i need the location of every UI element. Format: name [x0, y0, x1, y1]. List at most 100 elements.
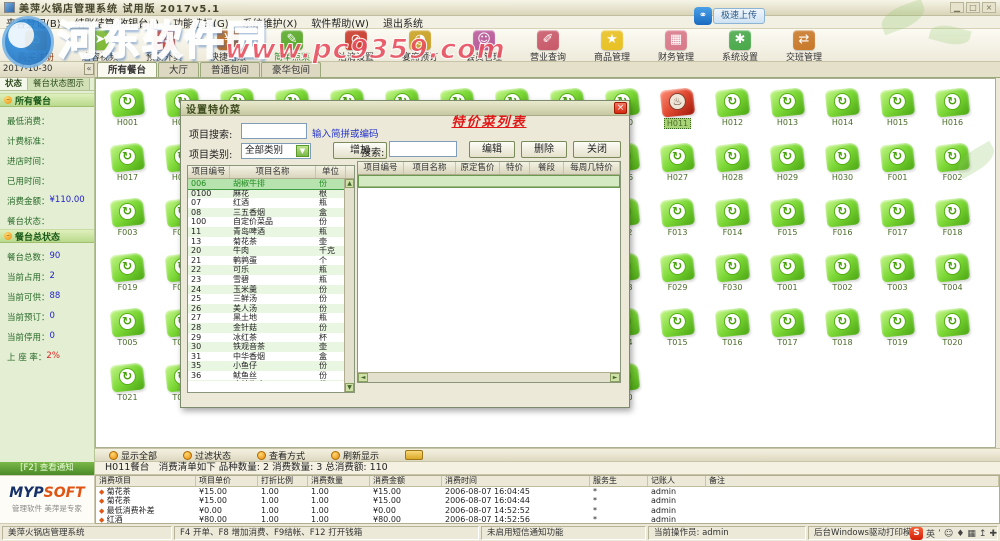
column-header[interactable]: 项目名称	[404, 162, 456, 174]
table-T020[interactable]: ↻T020	[925, 305, 980, 360]
item-search-input[interactable]	[241, 123, 307, 139]
table-H012[interactable]: ↻H012	[705, 85, 760, 140]
table-H011[interactable]: ♨H011	[650, 85, 705, 140]
list-item[interactable]: 0100麻花根	[188, 189, 354, 199]
ime-icon[interactable]: ✚	[989, 529, 997, 539]
table-F013[interactable]: ↻F013	[650, 195, 705, 250]
table-H014[interactable]: ↻H014	[815, 85, 870, 140]
sp-search-input[interactable]	[389, 141, 457, 157]
toolbar-button[interactable]: ✎简单点菜	[262, 30, 322, 63]
special-table-empty-row[interactable]	[359, 176, 619, 187]
table-H016[interactable]: ↻H016	[925, 85, 980, 140]
tab-普通包间[interactable]: 普通包间	[200, 62, 260, 77]
list-item[interactable]: 35小鱼仔份	[188, 361, 354, 371]
list-item[interactable]: 08三五香烟盒	[188, 208, 354, 218]
table-T002[interactable]: ↻T002	[815, 250, 870, 305]
list-item[interactable]: 26美人汤份	[188, 304, 354, 314]
table-F003[interactable]: ↻F003	[100, 195, 155, 250]
column-header[interactable]: 消费数量	[308, 476, 370, 486]
ime-icon[interactable]: ☺	[944, 529, 953, 539]
scroll-down-icon[interactable]: ▼	[345, 383, 354, 392]
maximize-button[interactable]: □	[966, 2, 980, 13]
ime-icon[interactable]: 英	[926, 527, 935, 540]
special-table-hscrollbar[interactable]: ◄ ►	[358, 372, 620, 382]
bottom-toolbar-button[interactable]: 查看方式	[257, 449, 305, 462]
list-item[interactable]: 23雪碧瓶	[188, 275, 354, 285]
list-item[interactable]: 21鹌鹑蛋个	[188, 256, 354, 266]
notice-button[interactable]: [F2] 查看通知	[0, 462, 95, 475]
table-row[interactable]: ◆ 菊花茶¥15.001.001.00¥15.002006-08-07 16:0…	[96, 487, 999, 496]
table-T005[interactable]: ↻T005	[100, 305, 155, 360]
table-F029[interactable]: ↻F029	[650, 250, 705, 305]
table-F014[interactable]: ↻F014	[705, 195, 760, 250]
column-header[interactable]: 项目编号	[358, 162, 404, 174]
column-header[interactable]: 特价	[500, 162, 530, 174]
table-H013[interactable]: ↻H013	[760, 85, 815, 140]
toolbar-button[interactable]: ➤店容视频	[70, 30, 130, 63]
toolbar-button[interactable]: ⌂购买注册	[6, 30, 66, 63]
bottom-toolbar-button[interactable]: 刷新显示	[331, 449, 379, 462]
scroll-up-icon[interactable]: ▲	[345, 179, 354, 188]
sidebar-tab[interactable]: 餐台状态图示	[28, 78, 90, 90]
column-header[interactable]: 每天	[620, 162, 621, 174]
delete-button[interactable]: 删除	[521, 141, 567, 158]
list-item[interactable]: 31中华香烟盒	[188, 352, 354, 362]
tab-大厅[interactable]: 大厅	[158, 62, 199, 77]
category-select[interactable]: 全部类别 ▼	[241, 143, 311, 159]
table-T016[interactable]: ↻T016	[705, 305, 760, 360]
toolbar-button[interactable]: ✱系统设置	[710, 30, 770, 63]
tab-豪华包间[interactable]: 豪华包间	[261, 62, 321, 77]
edit-button[interactable]: 编辑	[469, 141, 515, 158]
table-F019[interactable]: ↻F019	[100, 250, 155, 305]
table-F018[interactable]: ↻F018	[925, 195, 980, 250]
list-item[interactable]: 37麻辣牛肉份	[188, 380, 354, 381]
table-F015[interactable]: ↻F015	[760, 195, 815, 250]
ime-icon[interactable]: ↥	[979, 529, 987, 539]
list-item[interactable]: 13菊花茶壶	[188, 237, 354, 247]
list-item[interactable]: 20牛肉千克	[188, 246, 354, 256]
table-row[interactable]: ◆ 最低消费补差¥0.001.001.00¥0.002006-08-07 14:…	[96, 506, 999, 515]
table-T021[interactable]: ↻T021	[100, 360, 155, 415]
table-T019[interactable]: ↻T019	[870, 305, 925, 360]
toolbar-button[interactable]: ▦财务管理	[646, 30, 706, 63]
table-F030[interactable]: ↻F030	[705, 250, 760, 305]
column-header[interactable]: 消费项目	[96, 476, 196, 486]
minimize-button[interactable]: ▁	[950, 2, 964, 13]
list-item[interactable]: 29冰红茶杯	[188, 333, 354, 343]
table-F016[interactable]: ↻F016	[815, 195, 870, 250]
table-T015[interactable]: ↻T015	[650, 305, 705, 360]
list-item[interactable]: 28金针菇份	[188, 323, 354, 333]
toolbar-button[interactable]: ☺会员管理	[454, 30, 514, 63]
toolbar-button[interactable]: ◔宴席预订	[390, 30, 450, 63]
toolbar-button[interactable]: ⊘沽清设置	[326, 30, 386, 63]
close-button[interactable]: ×	[982, 2, 996, 13]
table-H027[interactable]: ↻H027	[650, 140, 705, 195]
sidebar-section-header[interactable]: –所有餐台	[0, 93, 94, 107]
table-F017[interactable]: ↻F017	[870, 195, 925, 250]
list-item[interactable]: 30铁观音茶壶	[188, 342, 354, 352]
list-item[interactable]: 25三鲜汤份	[188, 294, 354, 304]
menu-item[interactable]: 退出系统	[383, 15, 423, 30]
menu-item[interactable]: 系统维护(X)	[243, 15, 298, 30]
table-T017[interactable]: ↻T017	[760, 305, 815, 360]
column-header[interactable]: 单位	[316, 166, 346, 178]
table-T018[interactable]: ↻T018	[815, 305, 870, 360]
column-header[interactable]: 每周几特价	[564, 162, 620, 174]
scroll-left-icon[interactable]: ◄	[358, 373, 368, 382]
list-item[interactable]: 11青岛啤酒瓶	[188, 227, 354, 237]
ime-icon[interactable]: ’	[938, 529, 941, 539]
table-T004[interactable]: ↻T004	[925, 250, 980, 305]
column-header[interactable]: 记账人	[648, 476, 706, 486]
toolbar-button[interactable]: ★商品管理	[582, 30, 642, 63]
ime-icon[interactable]: ▦	[967, 529, 976, 539]
list-item[interactable]: 07红酒瓶	[188, 198, 354, 208]
toolbar-button[interactable]: ⇄交班管理	[774, 30, 834, 63]
tab-所有餐台[interactable]: 所有餐台	[97, 62, 157, 77]
scroll-right-icon[interactable]: ►	[610, 373, 620, 382]
column-header[interactable]: 餐段	[530, 162, 564, 174]
list-item[interactable]: 22可乐瓶	[188, 265, 354, 275]
close-list-button[interactable]: 关闭	[573, 141, 621, 158]
table-F001[interactable]: ↻F001	[870, 140, 925, 195]
menu-item[interactable]: 结账结算-收银台(J)	[75, 15, 159, 30]
column-header[interactable]: 原定售价	[456, 162, 500, 174]
